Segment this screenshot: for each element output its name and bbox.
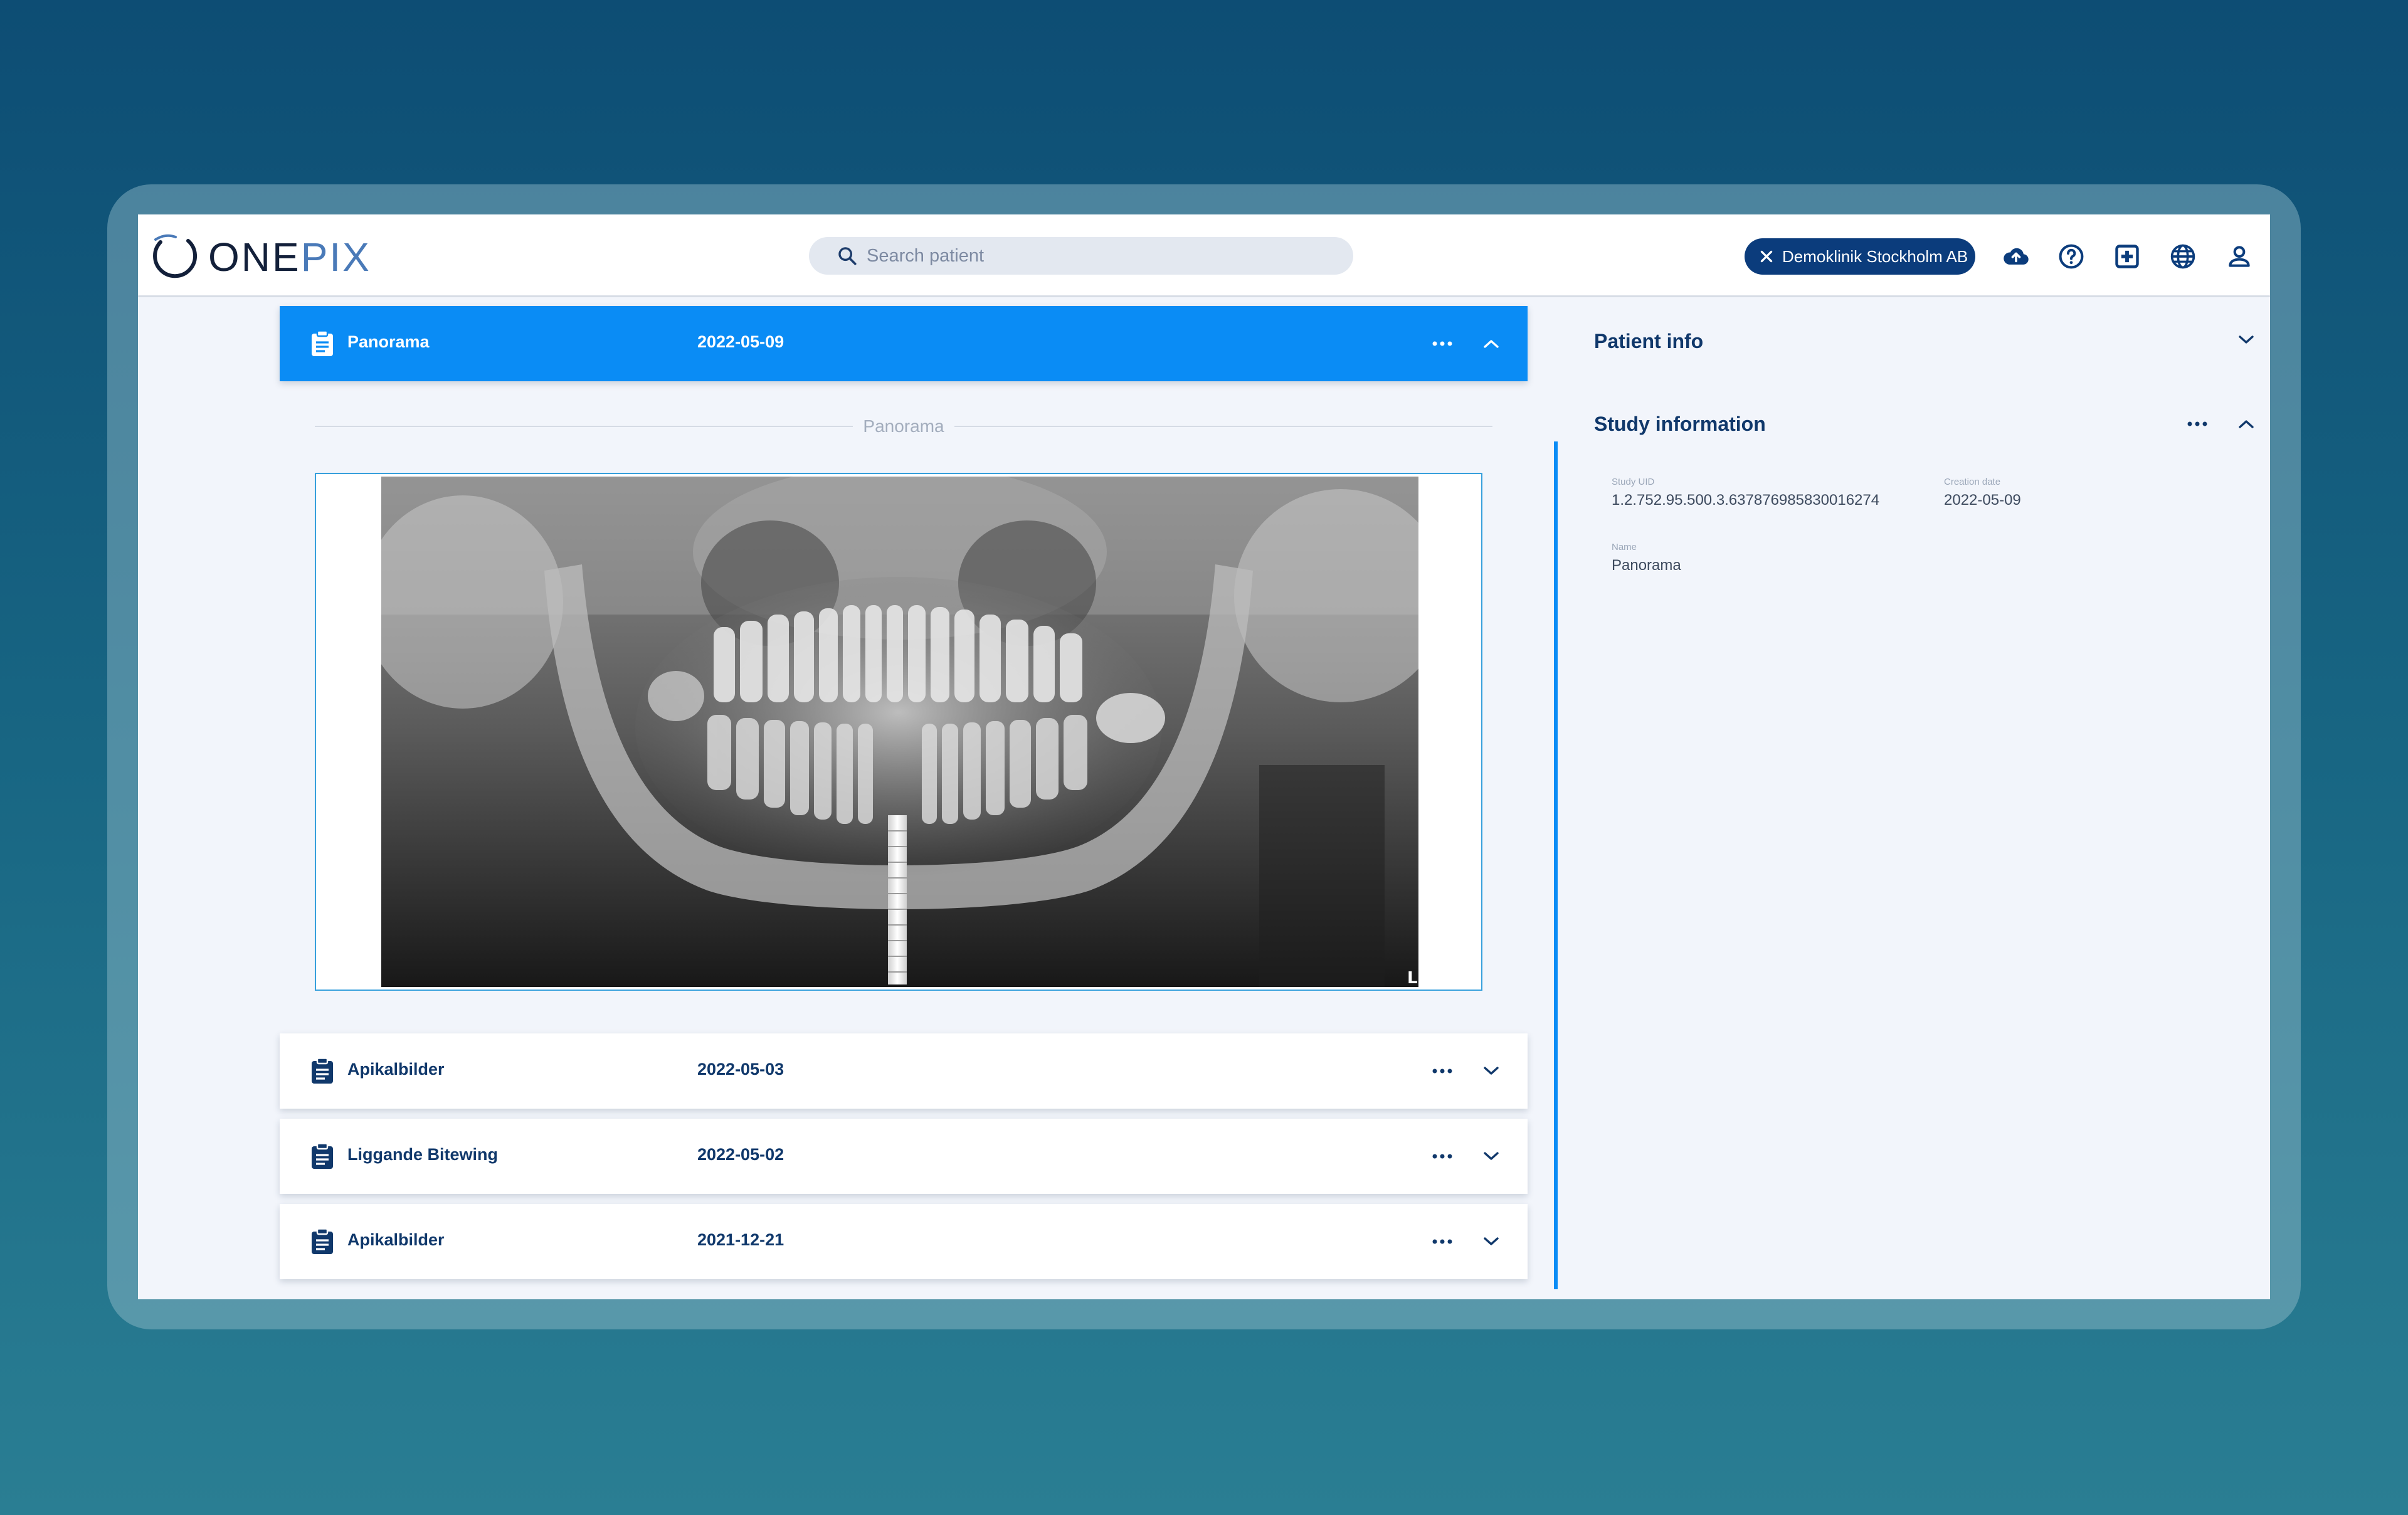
logo-text-pix: PIX bbox=[300, 235, 371, 280]
more-options-button[interactable] bbox=[1430, 1230, 1455, 1253]
study-name-value: Panorama bbox=[1612, 557, 1681, 574]
study-name-label: Name bbox=[1612, 542, 1637, 552]
more-horizontal-icon bbox=[1432, 341, 1452, 346]
account-button[interactable] bbox=[2224, 241, 2255, 272]
divider-line-left bbox=[315, 426, 853, 427]
upload-button[interactable] bbox=[2000, 241, 2032, 272]
chevron-up-icon bbox=[2239, 420, 2254, 428]
expand-button[interactable] bbox=[1479, 1229, 1504, 1254]
panoramic-xray-image[interactable]: L bbox=[381, 477, 1418, 987]
study-name: Liggande Bitewing bbox=[347, 1145, 498, 1164]
study-uid-label: Study UID bbox=[1612, 477, 1655, 487]
creation-date-value: 2022-05-09 bbox=[1944, 492, 2021, 509]
expand-button[interactable] bbox=[1479, 1144, 1504, 1169]
clinic-chip[interactable]: Demoklinik Stockholm AB bbox=[1745, 238, 1975, 275]
logo[interactable]: ONEPIX bbox=[147, 231, 371, 283]
patient-info-toggle[interactable] bbox=[2234, 327, 2259, 352]
study-information-more-button[interactable] bbox=[2185, 411, 2210, 436]
clipboard-icon bbox=[312, 1228, 333, 1254]
chevron-up-icon bbox=[1484, 340, 1499, 348]
clinic-settings-button[interactable] bbox=[2111, 241, 2143, 272]
image-group-label: Panorama bbox=[863, 416, 944, 436]
study-date: 2022-05-03 bbox=[697, 1060, 784, 1079]
more-options-button[interactable] bbox=[1430, 1145, 1455, 1168]
chevron-down-icon bbox=[1484, 1067, 1499, 1075]
more-horizontal-icon bbox=[1432, 1069, 1452, 1074]
app-window: ONEPIX Demoklinik Stockholm AB bbox=[138, 214, 2270, 1299]
study-name: Apikalbilder bbox=[347, 1230, 445, 1249]
chevron-down-icon bbox=[1484, 1237, 1499, 1245]
study-row[interactable]: Apikalbilder 2021-12-21 bbox=[280, 1204, 1528, 1279]
cloud-upload-icon bbox=[2004, 248, 2029, 265]
logo-text-one: ONE bbox=[208, 235, 301, 280]
search-icon bbox=[838, 247, 857, 265]
clipboard-icon bbox=[312, 330, 333, 356]
logo-ring-icon bbox=[153, 234, 198, 278]
study-date: 2022-05-02 bbox=[697, 1145, 784, 1164]
more-options-button[interactable] bbox=[1430, 1060, 1455, 1082]
creation-date-label: Creation date bbox=[1944, 477, 2001, 487]
more-horizontal-icon bbox=[2187, 421, 2207, 426]
orientation-marker: L bbox=[1407, 969, 1418, 987]
study-row-active[interactable]: Panorama 2022-05-09 bbox=[280, 306, 1528, 381]
close-icon[interactable] bbox=[1758, 248, 1775, 265]
language-button[interactable] bbox=[2167, 241, 2199, 272]
xray-image-frame[interactable]: L bbox=[315, 473, 1482, 991]
clinic-chip-label: Demoklinik Stockholm AB bbox=[1782, 246, 1968, 266]
chevron-down-icon bbox=[1484, 1152, 1499, 1160]
logo-text: ONEPIX bbox=[208, 234, 371, 280]
patient-info-title[interactable]: Patient info bbox=[1594, 330, 1703, 353]
collapse-button[interactable] bbox=[1479, 331, 1504, 356]
study-information-toggle[interactable] bbox=[2234, 411, 2259, 436]
top-bar: ONEPIX Demoklinik Stockholm AB bbox=[138, 214, 2270, 297]
globe-icon bbox=[2170, 244, 2195, 269]
study-row[interactable]: Liggande Bitewing 2022-05-02 bbox=[280, 1119, 1528, 1194]
clipboard-icon bbox=[312, 1143, 333, 1169]
medical-kit-icon bbox=[2115, 245, 2139, 268]
image-group-divider: Panorama bbox=[315, 414, 1492, 439]
study-information-title[interactable]: Study information bbox=[1594, 413, 1766, 436]
study-name: Panorama bbox=[347, 332, 430, 351]
clipboard-icon bbox=[312, 1057, 333, 1084]
study-row[interactable]: Apikalbilder 2022-05-03 bbox=[280, 1033, 1528, 1109]
panel-divider[interactable] bbox=[1554, 441, 1558, 1289]
chevron-down-icon bbox=[2239, 335, 2254, 344]
more-horizontal-icon bbox=[1432, 1239, 1452, 1244]
help-button[interactable] bbox=[2056, 241, 2087, 272]
more-options-button[interactable] bbox=[1430, 332, 1455, 355]
expand-button[interactable] bbox=[1479, 1058, 1504, 1084]
study-date: 2022-05-09 bbox=[697, 332, 784, 351]
search-input[interactable] bbox=[867, 245, 1343, 267]
divider-line-right bbox=[954, 426, 1492, 427]
help-circle-icon bbox=[2059, 244, 2084, 269]
study-uid-value: 1.2.752.95.500.3.637876985830016274 bbox=[1612, 492, 1880, 509]
search-bar[interactable] bbox=[809, 237, 1353, 275]
study-date: 2021-12-21 bbox=[697, 1230, 784, 1249]
user-icon bbox=[2229, 246, 2250, 267]
more-horizontal-icon bbox=[1432, 1154, 1452, 1159]
study-name: Apikalbilder bbox=[347, 1060, 445, 1079]
